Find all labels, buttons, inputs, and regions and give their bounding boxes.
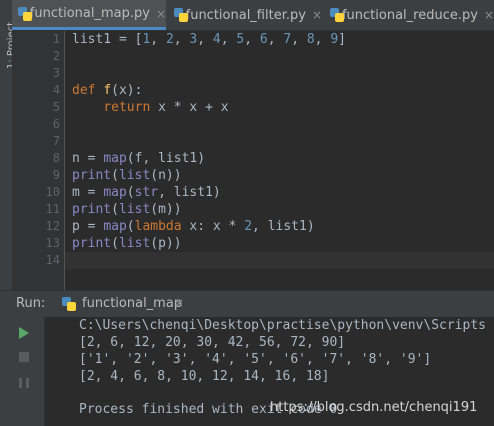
tab-label: functional_filter.py [185, 7, 306, 23]
line-number: 11 [45, 202, 60, 216]
run-toolbar [0, 317, 62, 426]
line-number-gutter: 1 2 3 4 5 6 7 8 9 10 11 12 13 14 [12, 31, 64, 290]
line-number: 10 [45, 185, 60, 199]
play-icon [19, 327, 29, 339]
tab-label: functional_map.py [29, 6, 150, 21]
console-line: ['1', '2', '3', '4', '5', '6', '7', '8',… [79, 352, 432, 367]
tab-functional-map[interactable]: functional_map.py × [12, 0, 166, 30]
line-number: 7 [52, 134, 60, 148]
line-number: 6 [52, 117, 60, 131]
code-line[interactable]: p = map(lambda x: x * 2, list1) [72, 218, 315, 235]
line-number: 4 [52, 83, 60, 97]
python-file-icon [62, 297, 76, 311]
stop-button[interactable] [14, 347, 34, 367]
close-icon[interactable]: × [484, 8, 494, 22]
watermark: https://blog.csdn.net/chenqi191 [270, 400, 478, 415]
pause-icon [19, 378, 29, 388]
run-tab-functional-map[interactable]: functional_map [82, 296, 182, 311]
run-panel-header: Run: functional_map × [0, 290, 494, 318]
current-line-highlight [65, 252, 494, 269]
line-number: 2 [52, 49, 60, 63]
code-line[interactable]: return x * x + x [72, 99, 228, 116]
code-line[interactable]: print(list(m)) [72, 201, 182, 218]
code-line[interactable]: def f(x): [72, 82, 142, 99]
close-icon[interactable]: × [156, 7, 166, 21]
line-number: 9 [52, 168, 60, 182]
code-line[interactable]: print(list(p)) [72, 235, 182, 252]
line-number: 14 [45, 253, 60, 267]
close-icon[interactable]: × [312, 8, 322, 22]
rerun-button[interactable] [14, 323, 34, 343]
line-number: 3 [52, 66, 60, 80]
tab-functional-reduce[interactable]: functional_reduce.py × [324, 0, 494, 30]
console-line: [2, 4, 6, 8, 10, 12, 14, 16, 18] [79, 369, 330, 384]
close-icon[interactable]: × [174, 296, 184, 310]
tab-functional-filter[interactable]: functional_filter.py × [168, 0, 322, 30]
pause-button[interactable] [14, 373, 34, 393]
line-number: 8 [52, 151, 60, 165]
line-number: 13 [45, 236, 60, 250]
line-number: 12 [45, 219, 60, 233]
line-number: 1 [52, 32, 60, 46]
code-line[interactable]: n = map(f, list1) [72, 150, 205, 167]
editor-tab-bar: functional_map.py × functional_filter.py… [12, 0, 494, 31]
python-file-icon [18, 6, 32, 21]
console-line: C:\Users\chenqi\Desktop\practise\python\… [79, 318, 486, 333]
stop-icon [19, 352, 29, 362]
console-line: [2, 6, 12, 20, 30, 42, 56, 72, 90] [79, 335, 346, 350]
code-line[interactable]: list1 = [1, 2, 3, 4, 5, 6, 7, 8, 9] [72, 31, 346, 48]
code-line[interactable]: m = map(str, list1) [72, 184, 221, 201]
line-number: 5 [52, 100, 60, 114]
python-file-icon [330, 8, 344, 22]
tab-label: functional_reduce.py [341, 7, 478, 23]
run-label: Run: [16, 296, 46, 311]
python-file-icon [174, 8, 188, 22]
code-line[interactable]: print(list(n)) [72, 167, 182, 184]
